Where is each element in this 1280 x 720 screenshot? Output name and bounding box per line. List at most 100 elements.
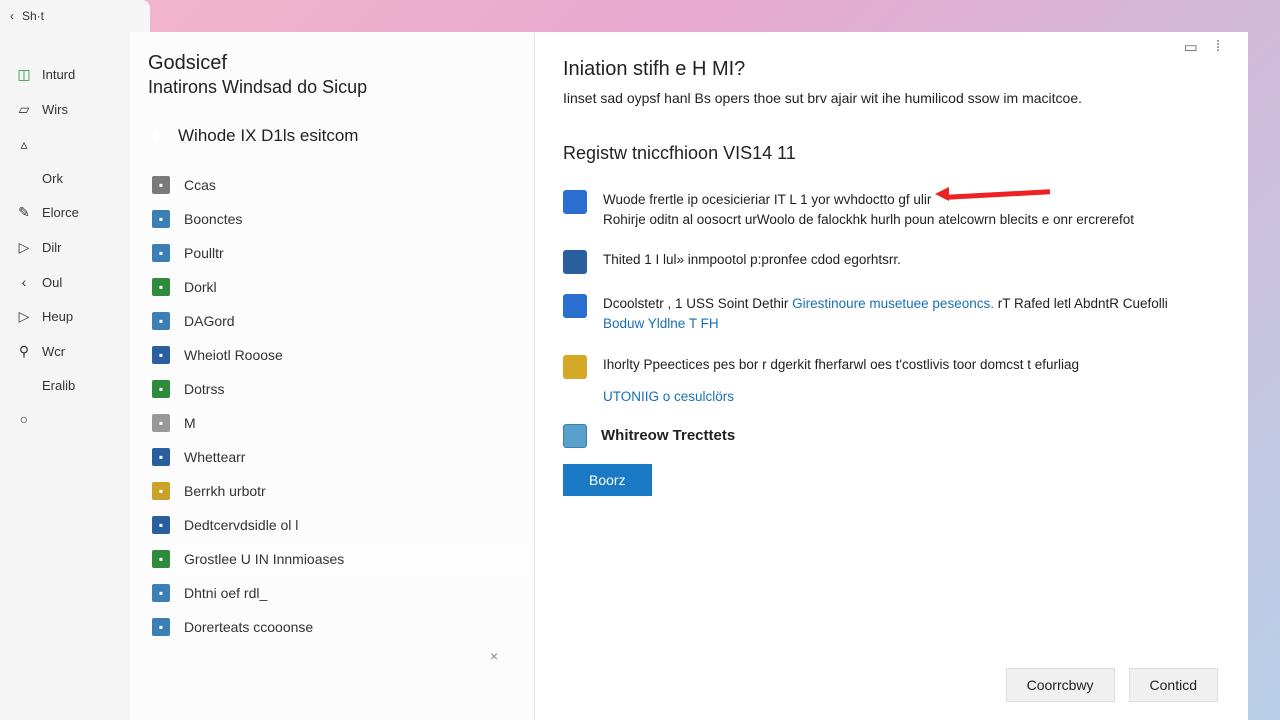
nav-ork[interactable]: Ork — [10, 167, 130, 190]
info-text: Thited 1 I lul» inmpootol p:pronfee cdod… — [603, 250, 901, 274]
footer-buttons: Coorrcbwy Conticd — [1006, 668, 1218, 702]
nav-heup[interactable]: ▷Heup — [10, 304, 130, 329]
nav-oul[interactable]: ‹Oul — [10, 270, 130, 294]
chevron-left-icon: ‹ — [16, 274, 32, 290]
list-item[interactable]: ▪ Wheiotl Rooose — [148, 338, 534, 372]
item-label: Dhtni oef rdl_ — [184, 585, 267, 601]
item-label: Dorerteats ccooonse — [184, 619, 313, 635]
item-icon: ▪ — [152, 278, 170, 296]
nav-dilr[interactable]: ▷Dilr — [10, 235, 130, 260]
nav-wirs[interactable]: ▱Wirs — [10, 97, 130, 122]
info-block: Ihorlty Ppeectices pes bor r dgerkit fhe… — [563, 355, 1212, 379]
info-text: Wuode frertle ip ocesicieriar IT L 1 yor… — [603, 190, 1134, 231]
item-icon: ▪ — [152, 482, 170, 500]
item-label: Berrkh urbotr — [184, 483, 266, 499]
tab-label: Sh·t — [22, 9, 44, 23]
item-label: Wheiotl Rooose — [184, 347, 283, 363]
list-item[interactable]: ▪ Dedtcervdsidle ol l — [148, 508, 534, 542]
info-icon — [563, 250, 587, 274]
item-icon: ▪ — [152, 176, 170, 194]
info-block: Thited 1 I lul» inmpootol p:pronfee cdod… — [563, 250, 1212, 274]
setup-heading: ◆ Wihode IX D1ls esitcom — [148, 126, 534, 146]
panel-description: Iinset sad oypsf hanl Bs opers thoe sut … — [563, 89, 1212, 109]
item-label: Whettearr — [184, 449, 245, 465]
options-link[interactable]: UTONIIG o cesulclörs — [603, 389, 1212, 404]
list-item[interactable]: ▪ Dotrss — [148, 372, 534, 406]
item-label: Boonctes — [184, 211, 242, 227]
item-icon: ▪ — [152, 244, 170, 262]
list-item[interactable]: ▪ Poulltr — [148, 236, 534, 270]
list-item[interactable]: ▪M — [148, 406, 534, 440]
item-label: Poulltr — [184, 245, 224, 261]
item-icon: ▪ — [152, 210, 170, 228]
nav-inturd[interactable]: ◫Inturd — [10, 62, 130, 87]
app-subtitle: Inatirons Windsad do Sicup — [148, 77, 534, 98]
item-label: Ccas — [184, 177, 216, 193]
item-label: Grostlee U IN Innmioases — [184, 551, 344, 567]
circle-icon: ○ — [16, 411, 32, 427]
nav-elorce[interactable]: ✎Elorce — [10, 200, 130, 225]
item-icon: ▪ — [152, 516, 170, 534]
list-item[interactable]: ▪ Dorkl — [148, 270, 534, 304]
item-label: Dorkl — [184, 279, 217, 295]
browser-tab[interactable]: ‹ Sh·t — [0, 0, 150, 32]
info-block: Wuode frertle ip ocesicieriar IT L 1 yor… — [563, 190, 1212, 231]
nav-bottom[interactable]: ○ — [10, 407, 130, 431]
item-icon: ▪ — [152, 584, 170, 602]
list-item[interactable]: ▪ Grostlee U IN Innmioases — [148, 542, 534, 576]
chart-icon: ▵ — [16, 136, 32, 153]
continue-button[interactable]: Coorrcbwy — [1006, 668, 1115, 702]
list-item[interactable]: ▪DAGord — [148, 304, 534, 338]
list-item[interactable]: ▪ Ccas — [148, 168, 534, 202]
content-panel: ▭ ⁞ Iniation stifh e H MI? Iinset sad oy… — [535, 32, 1248, 720]
info-block: Dcoolstetr , 1 USS Soint Dethir Girestin… — [563, 294, 1212, 335]
info-icon — [563, 190, 587, 214]
item-icon: ▪ — [152, 550, 170, 568]
list-item[interactable]: ▪ Boonctes — [148, 202, 534, 236]
close-icon[interactable]: × — [490, 648, 498, 664]
cancel-button[interactable]: Conticd — [1129, 668, 1218, 702]
item-icon: ▪ — [152, 414, 170, 432]
panel-title: Iniation stifh e H MI? — [563, 58, 1212, 81]
app-title: Godsicef — [148, 52, 534, 75]
list-item[interactable]: ▪ Dhtni oef rdl_ — [148, 576, 534, 610]
setup-icon: ◆ — [148, 127, 166, 145]
info-text: Ihorlty Ppeectices pes bor r dgerkit fhe… — [603, 355, 1079, 379]
back-icon[interactable]: ‹ — [10, 9, 14, 23]
play-icon: ▷ — [16, 239, 32, 256]
item-icon: ▪ — [152, 448, 170, 466]
nav-eralib[interactable]: Eralib — [10, 374, 130, 397]
menu-icon[interactable]: ⁞ — [1216, 38, 1220, 56]
person-icon: ⚲ — [16, 343, 32, 360]
item-icon: ▪ — [152, 346, 170, 364]
edit-icon: ✎ — [16, 204, 32, 221]
calendar-icon[interactable]: ▭ — [1184, 38, 1198, 56]
folder-icon — [563, 424, 587, 448]
item-icon: ▪ — [152, 618, 170, 636]
info-icon — [563, 294, 587, 318]
list-item[interactable]: ▪ Dorerteats ccooonse — [148, 610, 534, 644]
panel-utilities: ▭ ⁞ — [1184, 38, 1220, 56]
list-item[interactable]: ▪ Berrkh urbotr — [148, 474, 534, 508]
shield-icon: ◫ — [16, 66, 32, 83]
info-link[interactable]: Boduw Yldlne T FH — [603, 314, 1168, 334]
nav-chart[interactable]: ▵ — [10, 132, 130, 157]
play2-icon: ▷ — [16, 308, 32, 325]
item-icon: ▪ — [152, 380, 170, 398]
info-icon — [563, 355, 587, 379]
items-panel: Godsicef Inatirons Windsad do Sicup ◆ Wi… — [130, 32, 535, 720]
primary-button[interactable]: Boorz — [563, 464, 652, 496]
item-label: Dedtcervdsidle ol l — [184, 517, 298, 533]
item-label: Dotrss — [184, 381, 224, 397]
feature-row: Whitreow Trecttets — [563, 424, 1212, 448]
doc-icon: ▱ — [16, 101, 32, 118]
nav-wcr[interactable]: ⚲Wcr — [10, 339, 130, 364]
item-label: M — [184, 415, 196, 431]
list-item[interactable]: ▪ Whettearr — [148, 440, 534, 474]
info-text: Dcoolstetr , 1 USS Soint Dethir Girestin… — [603, 294, 1168, 335]
section-title: Registw tniccfhioon VIS14 11 — [563, 143, 1212, 164]
item-label: DAGord — [184, 313, 235, 329]
feature-label: Whitreow Trecttets — [601, 427, 735, 444]
app-window: — ▭ ○ ⁞ ◫Inturd ▱Wirs ▵ Ork ✎Elorce ▷Dil… — [0, 32, 1248, 720]
left-rail: ◫Inturd ▱Wirs ▵ Ork ✎Elorce ▷Dilr ‹Oul ▷… — [0, 32, 130, 720]
